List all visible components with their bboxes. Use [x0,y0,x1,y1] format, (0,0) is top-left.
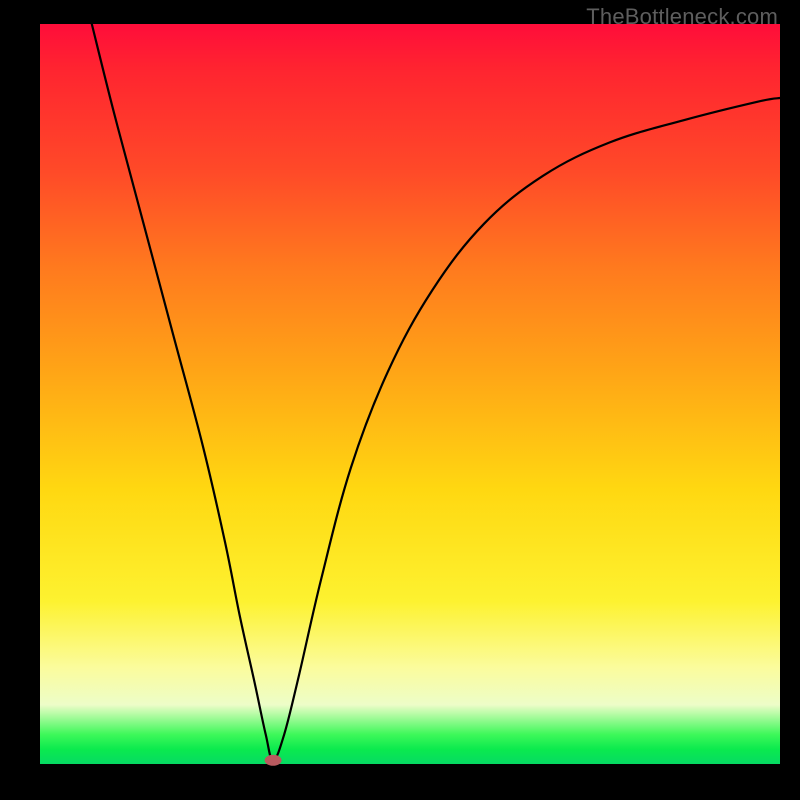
curve-svg [40,24,780,764]
chart-frame: TheBottleneck.com [0,0,800,800]
watermark-text: TheBottleneck.com [586,4,778,30]
minimum-marker [265,755,281,765]
plot-area [40,24,780,764]
bottleneck-curve [92,24,780,760]
